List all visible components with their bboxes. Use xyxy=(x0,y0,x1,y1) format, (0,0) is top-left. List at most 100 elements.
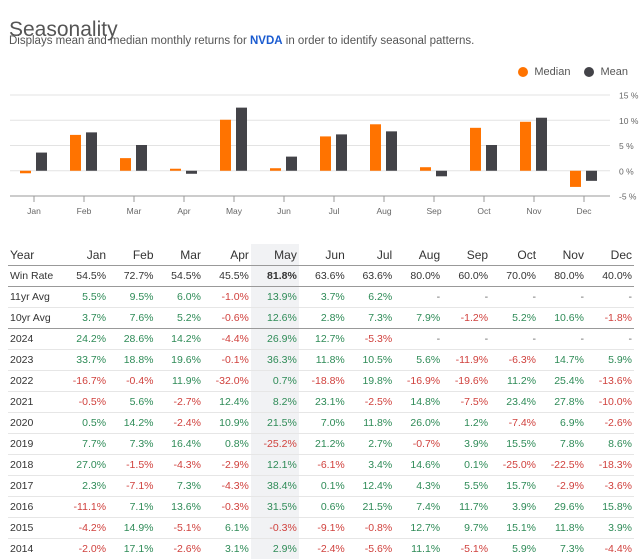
bar-mean-may xyxy=(236,108,247,171)
table-cell: -11.9% xyxy=(442,350,490,371)
table-cell: -0.6% xyxy=(203,308,251,329)
table-cell: 11.8% xyxy=(538,518,586,539)
bar-median-dec xyxy=(570,171,581,187)
table-cell: 27.8% xyxy=(538,392,586,413)
table-cell: - xyxy=(586,329,634,350)
table-cell: -0.5% xyxy=(67,392,108,413)
table-cell: -3.6% xyxy=(586,476,634,497)
table-cell: 7.7% xyxy=(67,434,108,455)
table-cell: 54.5% xyxy=(67,266,108,287)
table-cell: 5.2% xyxy=(490,308,538,329)
column-header-aug[interactable]: Aug xyxy=(394,244,442,266)
legend-item-median[interactable]: Median xyxy=(518,66,570,78)
table-cell: -7.1% xyxy=(108,476,155,497)
column-header-may[interactable]: May xyxy=(251,244,299,266)
table-cell: 3.7% xyxy=(299,287,347,308)
table-cell: -6.3% xyxy=(490,350,538,371)
table-cell: 12.7% xyxy=(299,329,347,350)
table-cell: 5.6% xyxy=(108,392,155,413)
table-cell: -16.7% xyxy=(67,371,108,392)
column-header-feb[interactable]: Feb xyxy=(108,244,155,266)
table-cell: 26.9% xyxy=(251,329,299,350)
bar-mean-jun xyxy=(286,157,297,171)
x-tick-label-jan: Jan xyxy=(27,206,41,216)
table-cell: 4.3% xyxy=(394,476,442,497)
table-cell: 5.6% xyxy=(394,350,442,371)
y-tick-label: 5 % xyxy=(619,141,634,151)
bar-median-jul xyxy=(320,136,331,170)
chart-legend: Median Mean xyxy=(518,66,628,78)
table-row: 202333.7%18.8%19.6%-0.1%36.3%11.8%10.5%5… xyxy=(8,350,634,371)
column-header-oct[interactable]: Oct xyxy=(490,244,538,266)
table-row: 2015-4.2%14.9%-5.1%6.1%-0.3%-9.1%-0.8%12… xyxy=(8,518,634,539)
bar-mean-dec xyxy=(586,171,597,181)
table-cell: 11.7% xyxy=(442,497,490,518)
table-cell: -11.1% xyxy=(67,497,108,518)
table-cell: 15.7% xyxy=(490,476,538,497)
table-cell: -4.3% xyxy=(156,455,203,476)
table-cell: -1.5% xyxy=(108,455,155,476)
legend-item-mean[interactable]: Mean xyxy=(584,66,628,78)
table-cell: 7.3% xyxy=(108,434,155,455)
table-cell: -2.5% xyxy=(347,392,394,413)
subtitle-prefix: Displays mean and median monthly returns… xyxy=(9,35,250,47)
table-cell: 11.1% xyxy=(394,539,442,559)
row-label: 2024 xyxy=(8,329,67,350)
table-cell: -10.0% xyxy=(586,392,634,413)
table-cell: 26.0% xyxy=(394,413,442,434)
table-row: 2021-0.5%5.6%-2.7%12.4%8.2%23.1%-2.5%14.… xyxy=(8,392,634,413)
y-tick-label: 15 % xyxy=(619,91,639,101)
table-cell: 10.5% xyxy=(347,350,394,371)
row-label: 2017 xyxy=(8,476,67,497)
table-cell: 36.3% xyxy=(251,350,299,371)
table-cell: 19.8% xyxy=(347,371,394,392)
table-row: 20200.5%14.2%-2.4%10.9%21.5%7.0%11.8%26.… xyxy=(8,413,634,434)
row-label: 2018 xyxy=(8,455,67,476)
table-cell: 21.5% xyxy=(251,413,299,434)
table-cell: 19.6% xyxy=(156,350,203,371)
row-label: 2020 xyxy=(8,413,67,434)
table-cell: 0.1% xyxy=(442,455,490,476)
table-cell: 0.6% xyxy=(299,497,347,518)
column-header-jan[interactable]: Jan xyxy=(67,244,108,266)
bar-mean-mar xyxy=(136,145,147,171)
column-header-mar[interactable]: Mar xyxy=(156,244,203,266)
table-cell: 54.5% xyxy=(156,266,203,287)
table-cell: 7.1% xyxy=(108,497,155,518)
bar-mean-aug xyxy=(386,131,397,170)
column-header-sep[interactable]: Sep xyxy=(442,244,490,266)
ticker-link[interactable]: NVDA xyxy=(250,35,283,47)
table-cell: 13.6% xyxy=(156,497,203,518)
bar-mean-oct xyxy=(486,145,497,171)
column-header-apr[interactable]: Apr xyxy=(203,244,251,266)
table-cell: 14.9% xyxy=(108,518,155,539)
x-tick-label-oct: Oct xyxy=(477,206,491,216)
table-cell: -18.3% xyxy=(586,455,634,476)
table-cell: 14.8% xyxy=(394,392,442,413)
row-label: 2015 xyxy=(8,518,67,539)
y-tick-label: 10 % xyxy=(619,116,639,126)
table-cell: 3.9% xyxy=(586,518,634,539)
table-cell: 16.4% xyxy=(156,434,203,455)
column-header-jul[interactable]: Jul xyxy=(347,244,394,266)
table-cell: 72.7% xyxy=(108,266,155,287)
table-cell: 7.8% xyxy=(538,434,586,455)
table-cell: -32.0% xyxy=(203,371,251,392)
table-cell: -25.0% xyxy=(490,455,538,476)
table-cell: 23.1% xyxy=(299,392,347,413)
x-tick-label-nov: Nov xyxy=(526,206,542,216)
table-cell: - xyxy=(394,287,442,308)
legend-label-mean: Mean xyxy=(600,66,628,78)
table-cell: -0.1% xyxy=(203,350,251,371)
table-row: 20172.3%-7.1%7.3%-4.3%38.4%0.1%12.4%4.3%… xyxy=(8,476,634,497)
table-cell: 2.3% xyxy=(67,476,108,497)
column-header-nov[interactable]: Nov xyxy=(538,244,586,266)
column-header-jun[interactable]: Jun xyxy=(299,244,347,266)
table-cell: - xyxy=(394,329,442,350)
bar-mean-jan xyxy=(36,153,47,171)
table-cell: -4.3% xyxy=(203,476,251,497)
column-header-dec[interactable]: Dec xyxy=(586,244,634,266)
table-cell: -16.9% xyxy=(394,371,442,392)
mean-swatch-icon xyxy=(584,67,594,77)
table-cell: -2.9% xyxy=(203,455,251,476)
